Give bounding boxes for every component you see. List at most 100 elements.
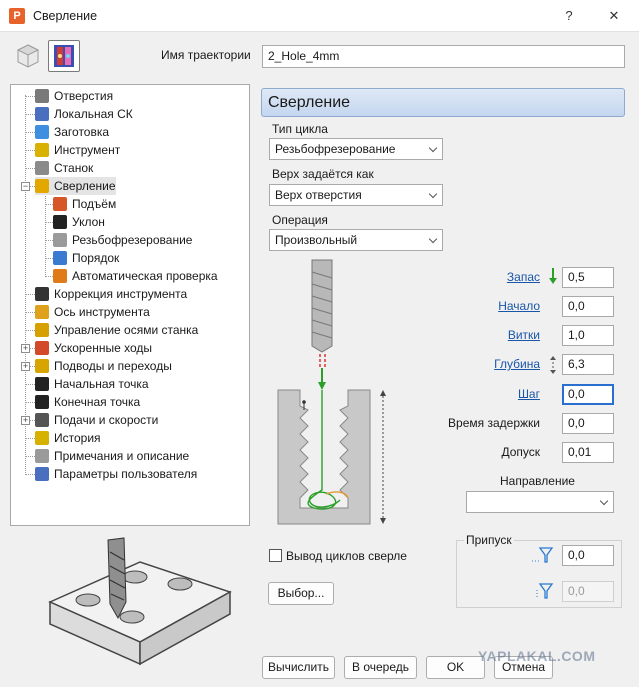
param-input[interactable]: 6,3 (562, 354, 614, 375)
param-input[interactable]: 1,0 (562, 325, 614, 346)
slope-icon (53, 215, 67, 229)
down-arrow-icon (548, 268, 558, 284)
expand-icon[interactable]: + (21, 344, 30, 353)
chevron-down-icon (428, 234, 438, 244)
tree-item[interactable]: Инструмент (35, 141, 120, 159)
tree-item[interactable]: Подачи и скорости (35, 411, 158, 429)
axial-allowance-icon[interactable] (532, 582, 554, 600)
chevron-down-icon (599, 496, 609, 506)
param-input[interactable]: 0,0 (562, 384, 614, 405)
param-input[interactable]: 0,0 (562, 296, 614, 317)
tree-item[interactable]: Подъём (53, 195, 116, 213)
cycle-type-select[interactable]: Резьбофрезерование (269, 138, 443, 160)
tree-connector (25, 330, 35, 331)
param-label[interactable]: Начало (498, 299, 540, 313)
tree-item-label: Отверстия (54, 89, 114, 103)
allowance-icon[interactable] (532, 546, 554, 564)
tree-item[interactable]: Конечная точка (35, 393, 140, 411)
tree-connector (25, 132, 35, 133)
app-logo-icon: P (9, 8, 25, 24)
settings-tree: Отверстия Локальная СК Заготовка Инструмент… (10, 84, 250, 526)
tree-item-label: Конечная точка (54, 395, 141, 409)
thread-milling-diagram (270, 258, 400, 536)
thumbnail-icon[interactable] (48, 40, 80, 72)
user-params-icon (35, 467, 49, 481)
tool-axis-icon (35, 305, 49, 319)
tree-item-label: Подводы и переходы (54, 359, 172, 373)
machine-icon (35, 161, 49, 175)
panel-header: Сверление (261, 88, 625, 117)
allowance-input-1[interactable]: 0,0 (562, 545, 614, 566)
tree-item[interactable]: Управление осями станка (35, 321, 198, 339)
stock-icon (35, 125, 49, 139)
tree-connector (25, 96, 35, 97)
collapse-icon[interactable]: − (21, 182, 30, 191)
tree-connector (25, 114, 35, 115)
tree-item-label: Автоматическая проверка (72, 269, 218, 283)
tree-item[interactable]: Резьбофрезерование (53, 231, 192, 249)
top-defined-select[interactable]: Верх отверстия (269, 184, 443, 206)
help-button[interactable]: ? (558, 6, 580, 26)
tree-item[interactable]: Коррекция инструмента (35, 285, 187, 303)
tree-item[interactable]: Ось инструмента (35, 303, 150, 321)
calculate-button[interactable]: Вычислить (262, 656, 335, 679)
depth-icon (548, 356, 558, 374)
param-label[interactable]: Шаг (518, 387, 540, 401)
param-label: Время задержки (448, 416, 540, 430)
drill-cycles-checkbox[interactable] (269, 549, 282, 562)
tree-item[interactable]: Локальная СК (35, 105, 133, 123)
tree-item[interactable]: История (35, 429, 101, 447)
tree-item[interactable]: Сверление (35, 177, 116, 195)
order-icon (53, 251, 67, 265)
ok-button[interactable]: OK (426, 656, 485, 679)
auto-check-icon (53, 269, 67, 283)
drilling-icon (35, 179, 49, 193)
tree-connector (25, 168, 35, 169)
expand-icon[interactable]: + (21, 416, 30, 425)
param-label[interactable]: Глубина (494, 357, 540, 371)
param-label[interactable]: Витки (508, 328, 540, 342)
tree-item[interactable]: Начальная точка (35, 375, 149, 393)
tool-comp-icon (35, 287, 49, 301)
tree-item[interactable]: Примечания и описание (35, 447, 189, 465)
tree-item[interactable]: Уклон (53, 213, 105, 231)
toolpath-name-label: Имя траектории (161, 48, 251, 62)
tree-connector (25, 456, 35, 457)
axis-control-icon (35, 323, 49, 337)
tree-item[interactable]: Заготовка (35, 123, 109, 141)
tree-item[interactable]: Станок (35, 159, 93, 177)
tree-connector (45, 193, 46, 275)
tree-connector (25, 150, 35, 151)
tree-item[interactable]: Порядок (53, 249, 119, 267)
close-button[interactable]: ✕ (603, 6, 625, 26)
tree-item[interactable]: Ускоренные ходы (35, 339, 152, 357)
toolpath-type-icon[interactable] (14, 42, 42, 70)
tree-item-label: Подъём (72, 197, 117, 211)
expand-icon[interactable]: + (21, 362, 30, 371)
tree-item-label: Заготовка (54, 125, 110, 139)
start-point-icon (35, 377, 49, 391)
tree-item[interactable]: Отверстия (35, 87, 113, 105)
select-button[interactable]: Выбор... (268, 582, 334, 605)
tree-item-label: Примечания и описание (54, 449, 190, 463)
tree-item-label: Локальная СК (54, 107, 133, 121)
tree-item[interactable]: Подводы и переходы (35, 357, 172, 375)
queue-button[interactable]: В очередь (344, 656, 417, 679)
notes-icon (35, 449, 49, 463)
tree-item[interactable]: Параметры пользователя (35, 465, 197, 483)
local-cs-icon (35, 107, 49, 121)
chevron-down-icon (428, 189, 438, 199)
thread-mill-icon (53, 233, 67, 247)
tree-item[interactable]: Автоматическая проверка (53, 267, 218, 285)
operation-select[interactable]: Произвольный (269, 229, 443, 251)
window-title: Сверление (33, 9, 98, 23)
param-label[interactable]: Запас (507, 270, 540, 284)
tree-item-label: Уклон (72, 215, 105, 229)
tree-connector (25, 438, 35, 439)
feeds-speeds-icon (35, 413, 49, 427)
param-input[interactable]: 0,0 (562, 413, 614, 434)
direction-select[interactable] (466, 491, 614, 513)
param-input[interactable]: 0,01 (562, 442, 614, 463)
param-input[interactable]: 0,5 (562, 267, 614, 288)
toolpath-name-input[interactable]: 2_Hole_4mm (262, 45, 625, 68)
